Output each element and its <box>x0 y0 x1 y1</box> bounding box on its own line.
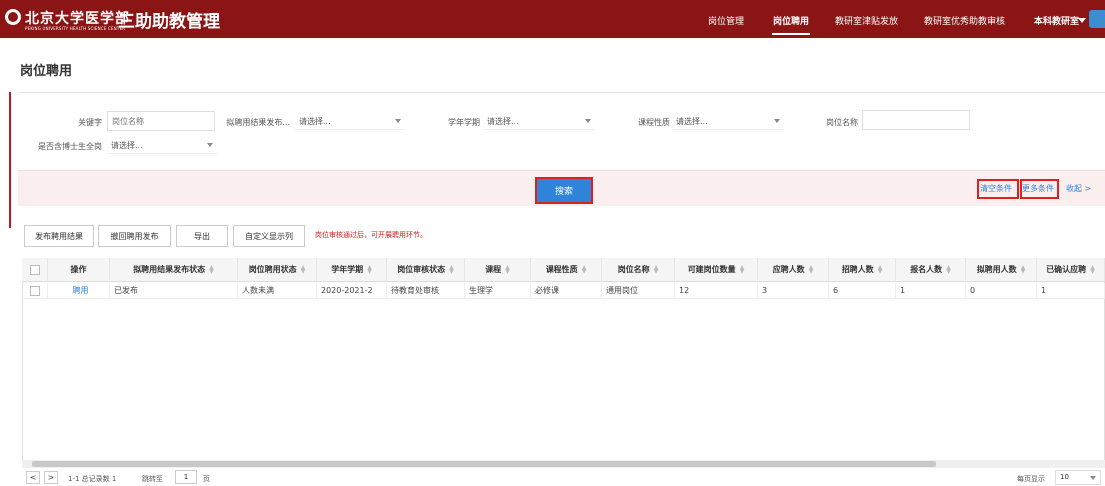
sort-icon[interactable]: ▲ ▼ <box>367 264 372 274</box>
scrollbar-thumb[interactable] <box>32 461 936 467</box>
sort-icon[interactable]: ▲ ▼ <box>209 264 214 274</box>
column-header[interactable]: 课程性质 ▲ ▼ <box>531 258 602 282</box>
nav-position-hiring[interactable]: 岗位聘用 <box>773 14 809 27</box>
table-cell: 3 <box>758 283 829 299</box>
per-page-label: 每页显示 <box>1017 475 1045 483</box>
column-header[interactable]: 岗位审核状态 ▲ ▼ <box>387 258 465 282</box>
pagination-summary: 1-1 总记录数 1 <box>68 475 117 483</box>
publish-status-label: 拟聘用结果发布... <box>226 118 290 127</box>
sort-icon[interactable]: ▲ ▼ <box>301 264 306 274</box>
table-cell: 人数未满 <box>238 283 317 299</box>
nav-position-management[interactable]: 岗位管理 <box>708 14 744 27</box>
table-cell: 12 <box>675 283 758 299</box>
page-title: 岗位聘用 <box>20 64 73 79</box>
table-cell: 2020-2021-2 <box>317 283 387 299</box>
jump-label: 跳转至 <box>142 475 163 483</box>
per-page-select[interactable]: 10 <box>1055 470 1101 485</box>
sort-icon[interactable]: ▲ ▼ <box>740 264 745 274</box>
course-type-label: 课程性质 <box>638 118 670 127</box>
course-type-value: 请选择... <box>676 117 708 126</box>
export-button[interactable]: 导出 <box>176 225 228 247</box>
section-accent-line <box>9 92 11 228</box>
keyword-input[interactable] <box>107 111 215 131</box>
custom-columns-button[interactable]: 自定义显示列 <box>233 225 305 247</box>
collapse-button[interactable]: 收起 > <box>1066 183 1091 194</box>
table-row <box>22 283 48 299</box>
publish-status-value: 请选择... <box>299 117 331 126</box>
column-header[interactable]: 课程 ▲ ▼ <box>465 258 531 282</box>
clear-conditions-button[interactable]: 清空条件 <box>980 183 1012 194</box>
next-page-button[interactable]: > <box>44 471 58 484</box>
per-page-value: 10 <box>1060 473 1069 481</box>
table-cell: 0 <box>966 283 1037 299</box>
university-logo-english: PEKING UNIVERSITY HEALTH SCIENCE CENTER <box>25 26 126 31</box>
chevron-down-icon <box>207 143 213 147</box>
column-header[interactable]: 岗位名称 ▲ ▼ <box>602 258 675 282</box>
search-button[interactable]: 搜索 <box>535 177 593 204</box>
table-cell: 1 <box>896 283 966 299</box>
page-unit-label: 页 <box>203 475 210 483</box>
role-dropdown[interactable]: 本科教研室 <box>1034 14 1079 27</box>
column-header[interactable]: 岗位聘用状态 ▲ ▼ <box>238 258 317 282</box>
table-cell: 生理学 <box>465 283 531 299</box>
sort-icon[interactable]: ▲ ▼ <box>449 264 454 274</box>
position-name-input[interactable] <box>862 110 970 130</box>
sort-icon[interactable]: ▲ ▼ <box>505 264 510 274</box>
university-seal-icon <box>5 9 21 25</box>
withdraw-hiring-button[interactable]: 撤回聘用发布 <box>98 225 171 247</box>
table-cell: 已发布 <box>110 283 238 299</box>
term-label: 学年学期 <box>448 118 480 127</box>
column-header[interactable]: 操作 <box>48 258 110 282</box>
sort-icon[interactable]: ▲ ▼ <box>878 264 883 274</box>
avatar[interactable] <box>1089 10 1105 28</box>
sort-icon[interactable]: ▲ ▼ <box>1090 264 1095 274</box>
column-header[interactable]: 报名人数 ▲ ▼ <box>896 258 966 282</box>
select-all-checkbox[interactable] <box>29 264 40 275</box>
row-checkbox[interactable] <box>29 285 40 296</box>
column-header[interactable]: 已确认应聘 ▲ ▼ <box>1037 258 1105 282</box>
term-select[interactable]: 请选择... <box>483 112 595 130</box>
chevron-down-icon <box>585 119 591 123</box>
sort-icon[interactable]: ▲ ▼ <box>946 264 951 274</box>
position-name-label: 岗位名称 <box>826 118 858 127</box>
column-header[interactable]: 应聘人数 ▲ ▼ <box>758 258 829 282</box>
prev-page-button[interactable]: < <box>26 471 40 484</box>
chevron-down-icon <box>774 119 780 123</box>
chevron-down-icon <box>395 119 401 123</box>
page-number-input[interactable]: 1 <box>175 470 197 484</box>
phd-value: 请选择... <box>111 141 143 150</box>
column-header[interactable]: 拟聘用人数 ▲ ▼ <box>966 258 1037 282</box>
column-header[interactable]: 拟聘用结果发布状态 ▲ ▼ <box>110 258 238 282</box>
chevron-down-icon[interactable] <box>1078 18 1086 23</box>
column-header[interactable]: 学年学期 ▲ ▼ <box>317 258 387 282</box>
sort-icon[interactable]: ▲ ▼ <box>654 264 659 274</box>
app-title: 三助助教管理 <box>118 12 220 32</box>
nav-active-indicator <box>772 33 810 35</box>
select-all-header <box>22 258 48 282</box>
column-header[interactable]: 可建岗位数量 ▲ ▼ <box>675 258 758 282</box>
column-header[interactable]: 招聘人数 ▲ ▼ <box>829 258 896 282</box>
table-cell: 必修课 <box>531 283 602 299</box>
sort-icon[interactable]: ▲ ▼ <box>1021 264 1026 274</box>
keyword-label: 关键字 <box>78 118 102 127</box>
phd-label: 是否含博士生全岗 <box>38 142 102 151</box>
nav-allowance-distribution[interactable]: 教研室津贴发放 <box>835 14 898 27</box>
more-conditions-button[interactable]: 更多条件 <box>1022 183 1054 194</box>
table-cell: 6 <box>829 283 896 299</box>
university-logo: 北京大学医学部 <box>25 11 130 27</box>
phd-select[interactable]: 请选择... <box>107 136 217 154</box>
table-cell: 待教育处审核 <box>387 283 465 299</box>
table-cell: 1 <box>1037 283 1105 299</box>
course-type-select[interactable]: 请选择... <box>672 112 784 130</box>
chevron-down-icon <box>1090 476 1096 480</box>
publish-status-select[interactable]: 请选择... <box>295 112 405 130</box>
term-value: 请选择... <box>487 117 519 126</box>
nav-excellent-ta-review[interactable]: 教研室优秀助教审核 <box>924 14 1005 27</box>
table-cell: 通用岗位 <box>602 283 675 299</box>
toolbar-note: 岗位审核通过后，可开展聘用环节。 <box>315 231 427 239</box>
hire-action-link[interactable]: 聘用 <box>48 283 110 299</box>
publish-hiring-result-button[interactable]: 发布聘用结果 <box>24 225 94 247</box>
sort-icon[interactable]: ▲ ▼ <box>582 264 587 274</box>
sort-icon[interactable]: ▲ ▼ <box>809 264 814 274</box>
